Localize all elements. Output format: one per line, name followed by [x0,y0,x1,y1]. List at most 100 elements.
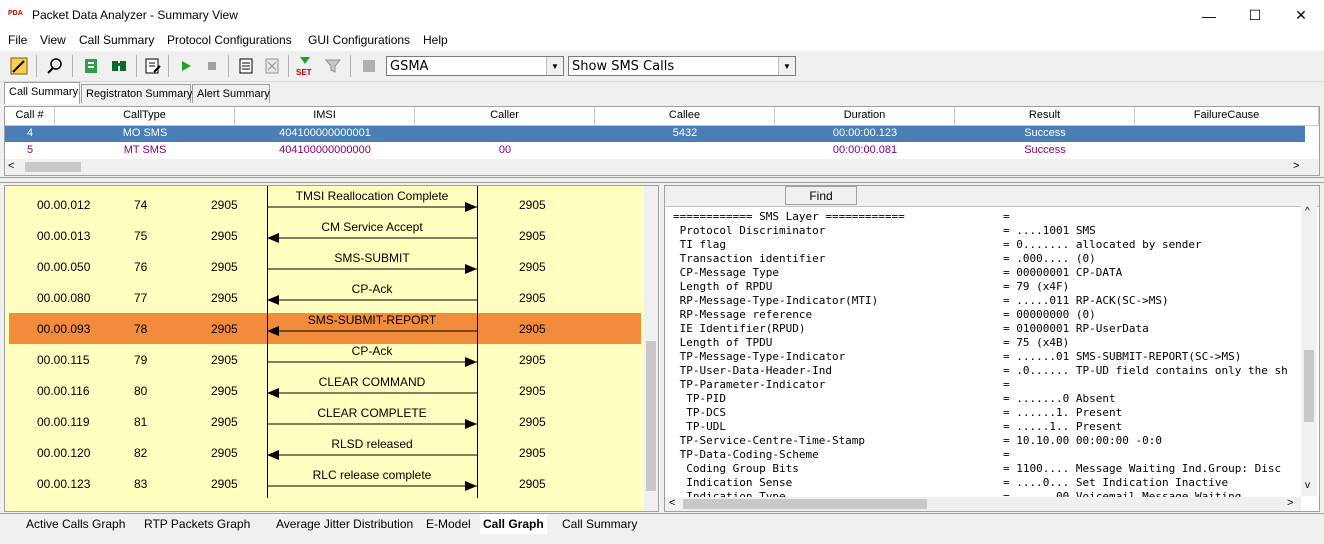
scrollbar-thumb[interactable] [25,162,81,172]
wand-icon[interactable] [8,55,30,77]
graph-row[interactable]: 00.00.120 82 2905 2905 RLSD released [9,437,641,468]
menu-file[interactable]: File [8,33,27,47]
close-button[interactable]: ✕ [1278,0,1324,31]
toolbar-separator [350,55,351,77]
lifeline-right [477,186,478,498]
scroll-right-arrow[interactable]: > [1293,160,1299,172]
protocol-combo[interactable]: GSMA ▼ [386,56,564,76]
play-icon[interactable] [175,55,197,77]
menu-bar: File View Call Summary Protocol Configur… [0,31,1324,51]
filter-combo[interactable]: Show SMS Calls ▼ [568,56,796,76]
column-header-calltype[interactable]: CallType [55,107,235,125]
stop-icon[interactable] [201,55,223,77]
cell-failurecause [1135,126,1305,142]
cell-callee: 5432 [672,127,698,139]
export-icon[interactable] [80,55,102,77]
tab-alert-summary[interactable]: Alert Summary [192,84,270,103]
graph-row[interactable]: 00.00.050 76 2905 2905 SMS-SUBMIT [9,251,641,282]
arrow-right-icon [267,419,477,429]
graph-row[interactable]: 00.00.093 78 2905 2905 SMS-SUBMIT-REPORT [9,313,641,344]
column-header-duration[interactable]: Duration [775,107,955,125]
column-header-result[interactable]: Result [955,107,1135,125]
splitter[interactable] [0,177,1324,183]
menu-gui-configurations[interactable]: GUI Configurations [308,33,410,47]
detail-vertical-scrollbar[interactable]: ^ v [1301,206,1317,496]
graph-packet-number: 82 [134,446,148,460]
chevron-down-icon[interactable]: ▼ [778,57,795,75]
column-header-caller[interactable]: Caller [415,107,595,125]
filter-icon[interactable] [322,55,344,77]
minimize-button[interactable]: — [1186,0,1232,31]
graph-row[interactable]: 00.00.119 81 2905 2905 CLEAR COMPLETE [9,406,641,437]
tab-e-model[interactable]: E-Model [426,514,471,534]
detail-value: = ....0... Set Indication Inactive [1003,476,1229,489]
detail-value: = [1003,210,1010,223]
menu-call-summary[interactable]: Call Summary [79,33,154,47]
graph-row[interactable]: 00.00.116 80 2905 2905 CLEAR COMMAND [9,375,641,406]
arrow-right-icon [267,357,477,367]
tab-registration-summary[interactable]: Registraton Summary [81,84,192,103]
detail-value: = ....1001 SMS [1003,224,1096,237]
graph-row[interactable]: 00.00.115 79 2905 2905 CP-Ack [9,344,641,375]
graph-row[interactable]: 00.00.012 74 2905 2905 TMSI Reallocation Com… [9,189,641,220]
table-row[interactable]: 4 MO SMS 404100000000001 5432 00:00:00.1… [5,126,1305,142]
detail-value: = 00000001 CP-DATA [1003,266,1123,279]
find-bar: Find [665,186,1319,207]
scroll-right-arrow[interactable]: > [1287,497,1293,509]
tab-active-calls-graph[interactable]: Active Calls Graph [26,514,125,534]
tab-average-jitter-distribution[interactable]: Average Jitter Distribution [276,514,413,534]
scroll-left-arrow[interactable]: < [8,160,14,172]
detail-field: RP-Message-Type-Indicator(MTI) [673,294,879,307]
scrollbar-thumb[interactable] [1304,350,1314,422]
menu-view[interactable]: View [40,33,66,47]
tab-call-graph[interactable]: Call Graph [480,514,547,534]
column-header-failurecause[interactable]: FailureCause [1135,107,1319,125]
detail-horizontal-scrollbar[interactable]: < > [665,497,1301,511]
notes-icon[interactable] [235,55,257,77]
scroll-up-arrow[interactable]: ^ [1305,206,1310,217]
protocol-combo-value: GSMA [390,59,429,74]
scroll-left-arrow[interactable]: < [669,497,675,509]
scroll-down-arrow[interactable]: v [1305,480,1310,491]
graph-row[interactable]: 00.00.013 75 2905 2905 CM Service Accept [9,220,641,251]
graph-source-port: 2905 [211,477,238,491]
table-row[interactable]: 5 MT SMS 404100000000000 00 00:00:00.081… [5,143,1305,159]
cell-failurecause [1135,143,1305,159]
column-header-imsi[interactable]: IMSI [235,107,415,125]
graph-packet-number: 81 [134,415,148,429]
clear-icon[interactable] [261,55,283,77]
graph-vertical-scrollbar[interactable] [644,186,658,511]
search-icon[interactable] [44,55,66,77]
chevron-down-icon[interactable]: ▼ [546,57,563,75]
edit-icon[interactable] [142,55,164,77]
menu-protocol-configurations[interactable]: Protocol Configurations [167,33,292,47]
maximize-button[interactable]: ☐ [1232,0,1278,31]
tab-rtp-packets-graph[interactable]: RTP Packets Graph [144,514,250,534]
cell-imsi: 404100000000000 [279,144,371,156]
column-header-callee[interactable]: Callee [595,107,775,125]
scrollbar-thumb[interactable] [646,341,656,491]
graph-time: 00.00.116 [37,384,90,398]
menu-help[interactable]: Help [423,33,448,47]
binoculars-icon[interactable] [108,55,130,77]
set-icon[interactable]: SET [294,55,316,77]
graph-destination-port: 2905 [519,229,546,243]
tab-call-summary-bottom[interactable]: Call Summary [562,514,637,534]
cell-caller [415,126,595,142]
detail-field: TP-Service-Centre-Time-Stamp [673,434,866,447]
find-button[interactable]: Find [785,186,857,205]
table-horizontal-scrollbar[interactable]: < > [5,159,1319,175]
toolbar-separator [36,55,37,77]
graph-destination-port: 2905 [519,198,546,212]
detail-field: Transaction identifier [673,252,826,265]
tab-call-summary[interactable]: Call Summary [4,82,80,104]
detail-field: TP-Message-Type-Indicator [673,350,846,363]
graph-time: 00.00.119 [37,415,90,429]
graph-destination-port: 2905 [519,446,546,460]
scrollbar-thumb[interactable] [683,499,927,509]
column-header-call[interactable]: Call # [5,107,55,125]
graph-row[interactable]: 00.00.123 83 2905 2905 RLC release complete [9,468,641,499]
detail-value: = ......01 SMS-SUBMIT-REPORT(SC->MS) [1003,350,1242,363]
disabled-icon[interactable] [358,55,380,77]
graph-row[interactable]: 00.00.080 77 2905 2905 CP-Ack [9,282,641,313]
